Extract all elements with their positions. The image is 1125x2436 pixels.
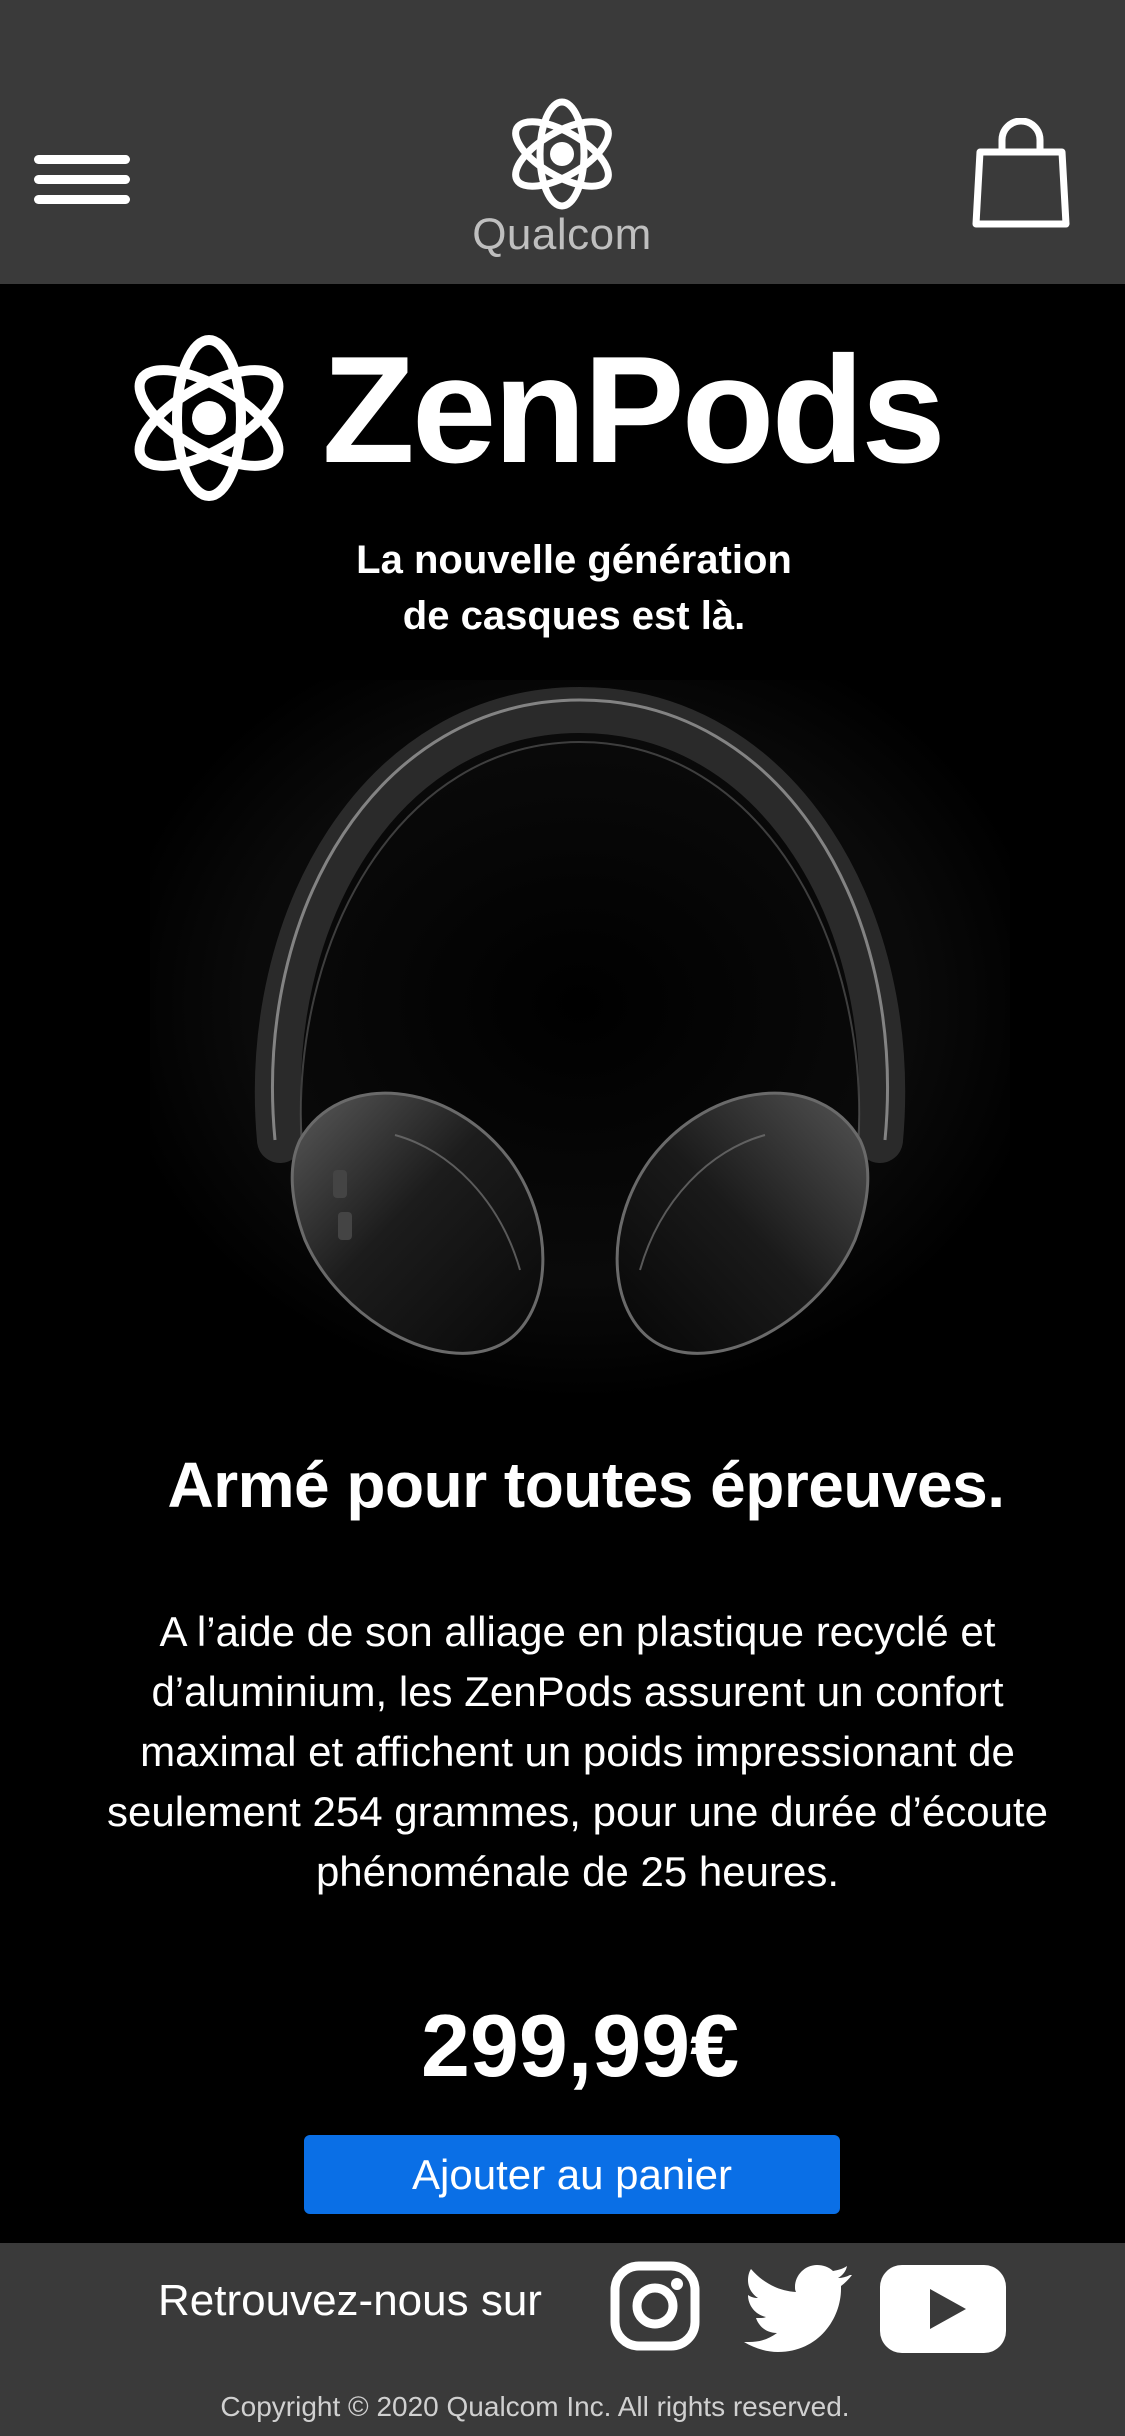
shopping-bag-icon[interactable]	[972, 117, 1070, 230]
atom-logo-icon	[134, 335, 284, 501]
follow-us-label: Retrouvez-nous sur	[158, 2276, 542, 2325]
hero-title: ZenPods	[122, 325, 1002, 501]
add-to-cart-button[interactable]: Ajouter au panier	[304, 2135, 840, 2214]
copyright-text: Copyright © 2020 Qualcom Inc. All rights…	[220, 2391, 850, 2422]
tagline: La nouvelle génération de casques est là…	[0, 532, 1125, 644]
brand-name: Qualcom	[472, 210, 652, 259]
instagram-icon[interactable]	[610, 2261, 700, 2351]
product-name: ZenPods	[322, 325, 946, 495]
price: 299,99€	[420, 1996, 740, 2095]
menu-line	[34, 195, 130, 204]
menu-line	[34, 155, 130, 164]
feature-heading: Armé pour toutes épreuves.	[167, 1449, 1006, 1521]
tagline-line: de casques est là.	[402, 594, 746, 638]
hamburger-menu-icon[interactable]	[34, 155, 130, 205]
tagline-line: La nouvelle génération	[356, 538, 792, 582]
atom-logo-icon	[512, 98, 612, 210]
twitter-icon[interactable]	[742, 2265, 852, 2355]
feature-description: A l’aide de son alliage en plastique rec…	[107, 1608, 1048, 1895]
footer: Retrouvez-nous sur Copyright © 2020 Qual…	[0, 2243, 1125, 2436]
brand-logo-link[interactable]: Qualcom	[462, 98, 662, 259]
youtube-icon[interactable]	[878, 2263, 1008, 2355]
menu-line	[34, 175, 130, 184]
top-nav-bar: Qualcom	[0, 0, 1125, 284]
headphones-image	[150, 680, 1010, 1400]
